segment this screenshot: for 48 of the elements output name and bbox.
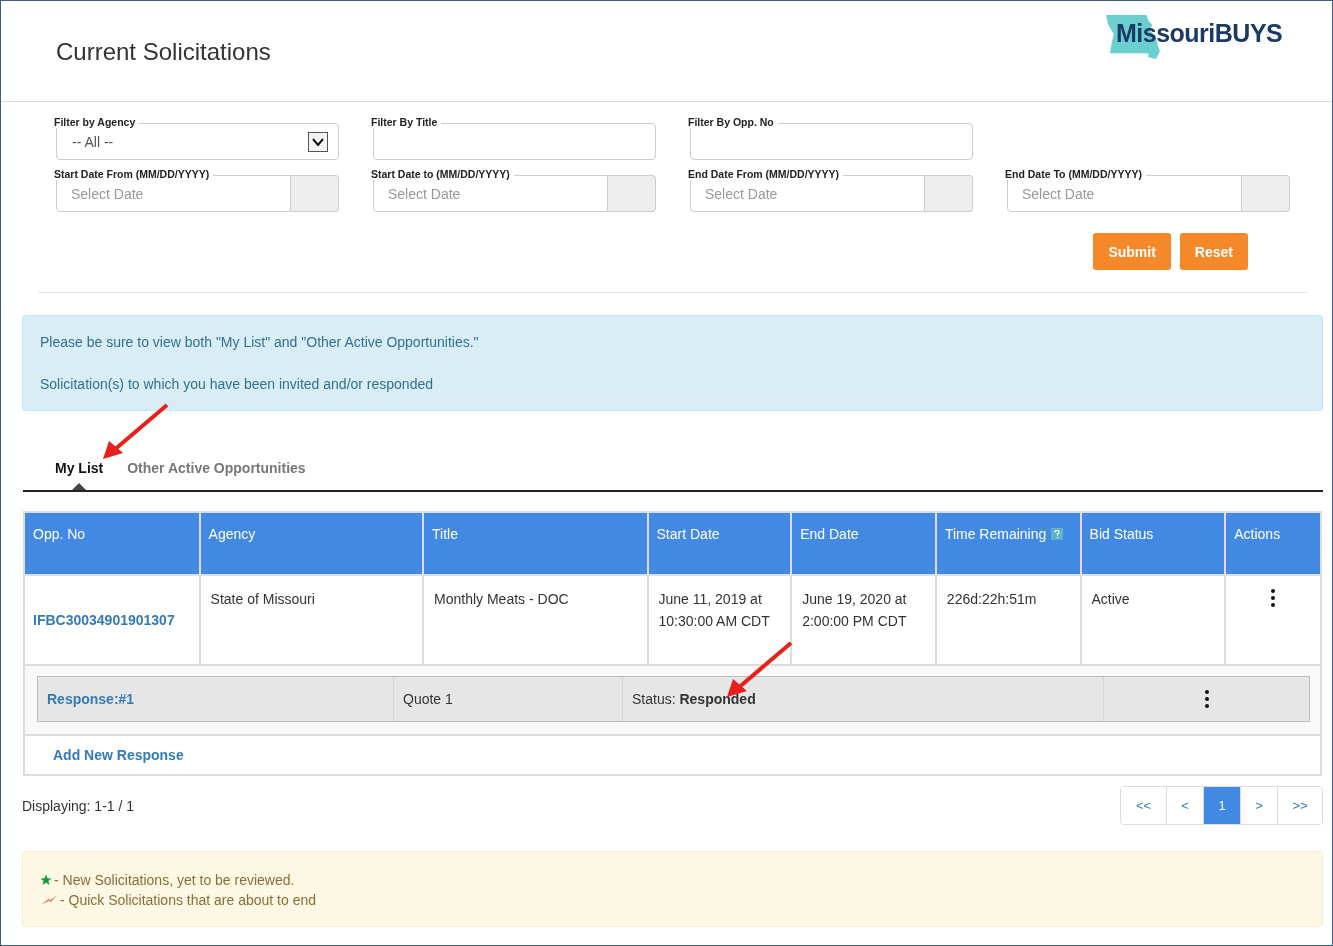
calendar-button[interactable] [608,175,656,212]
more-icon[interactable] [1203,689,1210,709]
page-button[interactable]: >> [1277,787,1322,824]
star-icon [40,874,52,886]
add-response-link[interactable]: Add New Response [53,747,184,763]
field-label: Filter By Opp. No [688,116,778,128]
field-label: End Date To (MM/DD/YYYY) [1005,168,1146,180]
annotation-arrow [101,401,171,461]
column-header: Title [424,513,649,574]
field-label: Filter by Agency [54,116,140,128]
page-button[interactable]: 1 [1203,787,1240,824]
page-title: Current Solicitations [56,38,271,67]
info-text: Please be sure to view both "My List" and "Other Active Opportunities." [40,334,480,350]
legend-text: - Quick Solicitations that are about to end [60,892,317,908]
table-cell: June 19, 2020 at 2:00:00 PM CDT [802,591,907,629]
tab[interactable]: Other Active Opportunities [119,456,314,490]
info-text: Solicitation(s) to which you have been invited and/or responded [40,376,435,392]
column-header: Opp. No [25,513,201,574]
table-cell: June 11, 2019 at 10:30:00 AM CDT [658,591,770,629]
table-cell: State of Missouri [210,591,315,607]
response-status: Status: Responded [632,691,756,707]
help-icon[interactable] [1051,528,1064,540]
calendar-button[interactable] [1242,175,1290,212]
calendar-button[interactable] [291,175,339,212]
field-label: Filter By Title [371,116,442,128]
field-label: Start Date From (MM/DD/YYYY) [54,168,214,180]
calendar-button[interactable] [925,175,973,212]
column-header: Agency [200,513,425,574]
dropdown-icon [308,131,328,152]
tab[interactable]: My List [47,456,112,490]
column-header: Bid Status [1081,513,1227,574]
column-header: End Date [792,513,937,574]
column-header: Actions [1226,513,1320,574]
table-cell: Monthly Meats - DOC [434,591,569,607]
column-header: Time Remaining [936,513,1082,574]
response-name: Quote 1 [403,691,453,707]
form-button[interactable]: Reset [1179,233,1248,270]
table-cell: 226d:22h:51m [946,591,1037,607]
column-header: Start Date [648,513,793,574]
response-link[interactable]: Response:#1 [47,691,135,707]
table-cell: Active [1091,591,1130,607]
opportunity-link[interactable]: IFBC30034901901307 [33,609,175,631]
field-label: Start Date to (MM/DD/YYYY) [371,168,514,180]
more-icon[interactable] [1270,588,1277,608]
form-button[interactable]: Submit [1093,233,1171,270]
display-count: Displaying: 1-1 / 1 [22,797,135,814]
legend-text: - New Solicitations, yet to be reviewed. [54,872,295,888]
field-label: End Date From (MM/DD/YYYY) [688,168,844,180]
